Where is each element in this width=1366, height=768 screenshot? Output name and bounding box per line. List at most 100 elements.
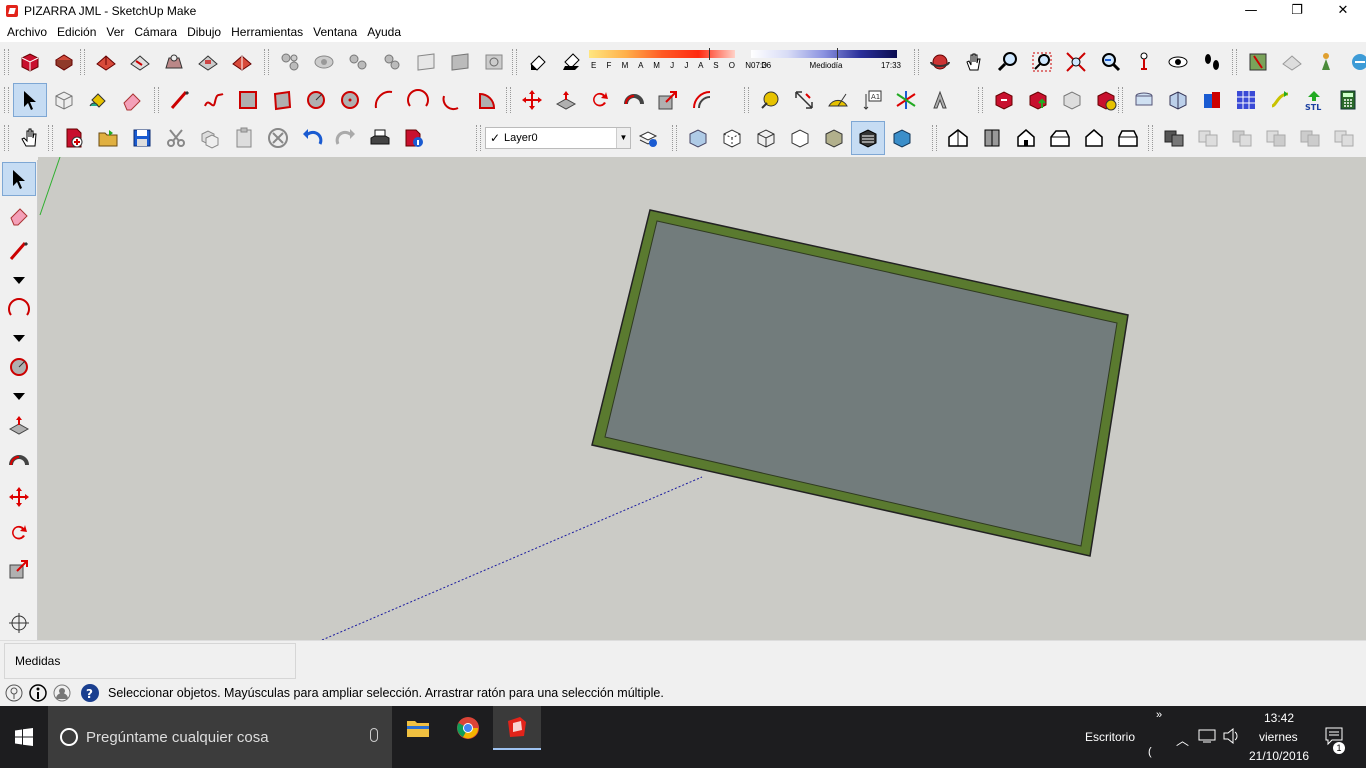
stamp-icon[interactable] <box>191 45 225 79</box>
left-rotate-icon[interactable] <box>2 516 36 550</box>
model-info-icon[interactable] <box>397 121 431 155</box>
share-component-icon[interactable] <box>1055 83 1089 117</box>
scene-canvas[interactable] <box>38 157 1366 640</box>
upload-model-icon[interactable] <box>1021 83 1055 117</box>
move-tool-icon[interactable] <box>515 83 549 117</box>
right-view-icon[interactable] <box>1043 121 1077 155</box>
subtract-icon[interactable] <box>1229 83 1263 117</box>
layer-manager-icon[interactable] <box>631 121 665 155</box>
hand-pan-icon[interactable] <box>13 121 47 155</box>
union-icon[interactable] <box>1195 83 1229 117</box>
volume-icon[interactable] <box>1222 727 1240 747</box>
left-push-pull-icon[interactable] <box>2 408 36 442</box>
polygon-tool-icon[interactable] <box>333 83 367 117</box>
calculator-icon[interactable] <box>1331 83 1365 117</box>
restore-button[interactable]: ❐ <box>1274 0 1320 22</box>
copy-icon[interactable] <box>193 121 227 155</box>
add-location-icon[interactable] <box>1241 45 1275 79</box>
sandbox-contours-icon[interactable] <box>89 45 123 79</box>
layer-dropdown[interactable]: ✓ Layer0 ▼ <box>485 127 631 149</box>
sandbox-detail-icon[interactable] <box>375 45 409 79</box>
previous-view-icon[interactable] <box>1093 45 1127 79</box>
time-slider[interactable] <box>751 48 897 60</box>
back-edges-icon[interactable] <box>715 121 749 155</box>
section-cuts-icon[interactable] <box>477 45 511 79</box>
clock-date[interactable]: 21/10/2016 <box>1249 749 1309 763</box>
dimension-tool-icon[interactable] <box>787 83 821 117</box>
menu-ver[interactable]: Ver <box>101 22 129 42</box>
print-icon[interactable] <box>363 121 397 155</box>
left-line-icon[interactable] <box>2 234 36 268</box>
offset-tool-icon[interactable] <box>685 83 719 117</box>
left-scale-icon[interactable] <box>2 552 36 586</box>
stl-export-icon[interactable]: STL <box>1297 83 1331 117</box>
text-tool-icon[interactable]: A1 <box>855 83 889 117</box>
sandbox-scratch-icon[interactable] <box>123 45 157 79</box>
language-icon[interactable]: ( <box>1148 746 1152 758</box>
3-point-arc-icon[interactable] <box>435 83 469 117</box>
measurements-value[interactable] <box>135 649 295 673</box>
chrome-button[interactable] <box>444 706 492 750</box>
sketchup-taskbar-button[interactable] <box>493 706 541 750</box>
look-around-icon[interactable] <box>1161 45 1195 79</box>
left-move-icon[interactable] <box>2 480 36 514</box>
3d-text-icon[interactable] <box>923 83 957 117</box>
paste-icon[interactable] <box>227 121 261 155</box>
shadow-date-time-slider[interactable]: E F M A M J J A S O N D 07:36 Mediodía 1… <box>589 46 907 78</box>
menu-herramientas[interactable]: Herramientas <box>226 22 308 42</box>
network-icon[interactable] <box>1198 728 1216 747</box>
outer-shell-icon[interactable] <box>1127 83 1161 117</box>
start-button[interactable] <box>0 706 48 768</box>
section-plane-c-icon[interactable] <box>1225 121 1259 155</box>
make-component-icon[interactable] <box>47 83 81 117</box>
eraser-icon[interactable] <box>115 83 149 117</box>
menu-dibujo[interactable]: Dibujo <box>182 22 226 42</box>
save-file-icon[interactable] <box>125 121 159 155</box>
menu-archivo[interactable]: Archivo <box>2 22 52 42</box>
new-file-icon[interactable] <box>57 121 91 155</box>
shape-flyout-chevron-icon[interactable] <box>2 386 36 406</box>
minimize-button[interactable]: — <box>1228 0 1274 22</box>
wireframe-icon[interactable] <box>749 121 783 155</box>
left-position-camera-icon[interactable] <box>2 606 36 640</box>
clock-time[interactable]: 13:42 <box>1264 711 1294 725</box>
section-fill-icon[interactable] <box>443 45 477 79</box>
push-pull-icon[interactable] <box>549 83 583 117</box>
redo-icon[interactable] <box>329 121 363 155</box>
left-follow-me-icon[interactable] <box>2 444 36 478</box>
show-hidden-icons-icon[interactable]: ︿ <box>1176 730 1189 749</box>
left-eraser-icon[interactable] <box>2 198 36 232</box>
menu-ventana[interactable]: Ventana <box>308 22 362 42</box>
add-detail-icon[interactable] <box>273 45 307 79</box>
section-plane-icon[interactable] <box>409 45 443 79</box>
front-view-icon[interactable] <box>1009 121 1043 155</box>
intersect-icon[interactable] <box>1161 83 1195 117</box>
chevron-down-icon[interactable]: ▼ <box>616 128 630 148</box>
photo-textures-icon[interactable] <box>1309 45 1343 79</box>
desktop-chevron-icon[interactable]: » <box>1156 709 1162 721</box>
left-arc-icon[interactable] <box>2 292 36 326</box>
rotated-rectangle-icon[interactable] <box>265 83 299 117</box>
walk-icon[interactable] <box>1195 45 1229 79</box>
back-view-icon[interactable] <box>1077 121 1111 155</box>
scale-tool-icon[interactable] <box>651 83 685 117</box>
pan-icon[interactable] <box>957 45 991 79</box>
select-tool-icon[interactable] <box>13 83 47 117</box>
paint-bucket-icon[interactable] <box>81 83 115 117</box>
axes-tool-icon[interactable] <box>889 83 923 117</box>
drape-icon[interactable] <box>225 45 259 79</box>
delete-icon[interactable] <box>261 121 295 155</box>
section-plane-b-icon[interactable] <box>1191 121 1225 155</box>
rectangle-tool-icon[interactable] <box>231 83 265 117</box>
shaded-textures-icon[interactable] <box>851 121 885 155</box>
get-models-icon[interactable] <box>987 83 1021 117</box>
cut-icon[interactable] <box>159 121 193 155</box>
display-shadows-icon[interactable] <box>555 45 589 79</box>
help-icon[interactable]: ? <box>80 683 100 703</box>
trim-icon[interactable] <box>1263 83 1297 117</box>
open-file-icon[interactable] <box>91 121 125 155</box>
circle-tool-icon[interactable] <box>299 83 333 117</box>
position-camera-icon[interactable] <box>1127 45 1161 79</box>
close-button[interactable]: ✕ <box>1320 0 1366 22</box>
menu-ayuda[interactable]: Ayuda <box>362 22 406 42</box>
